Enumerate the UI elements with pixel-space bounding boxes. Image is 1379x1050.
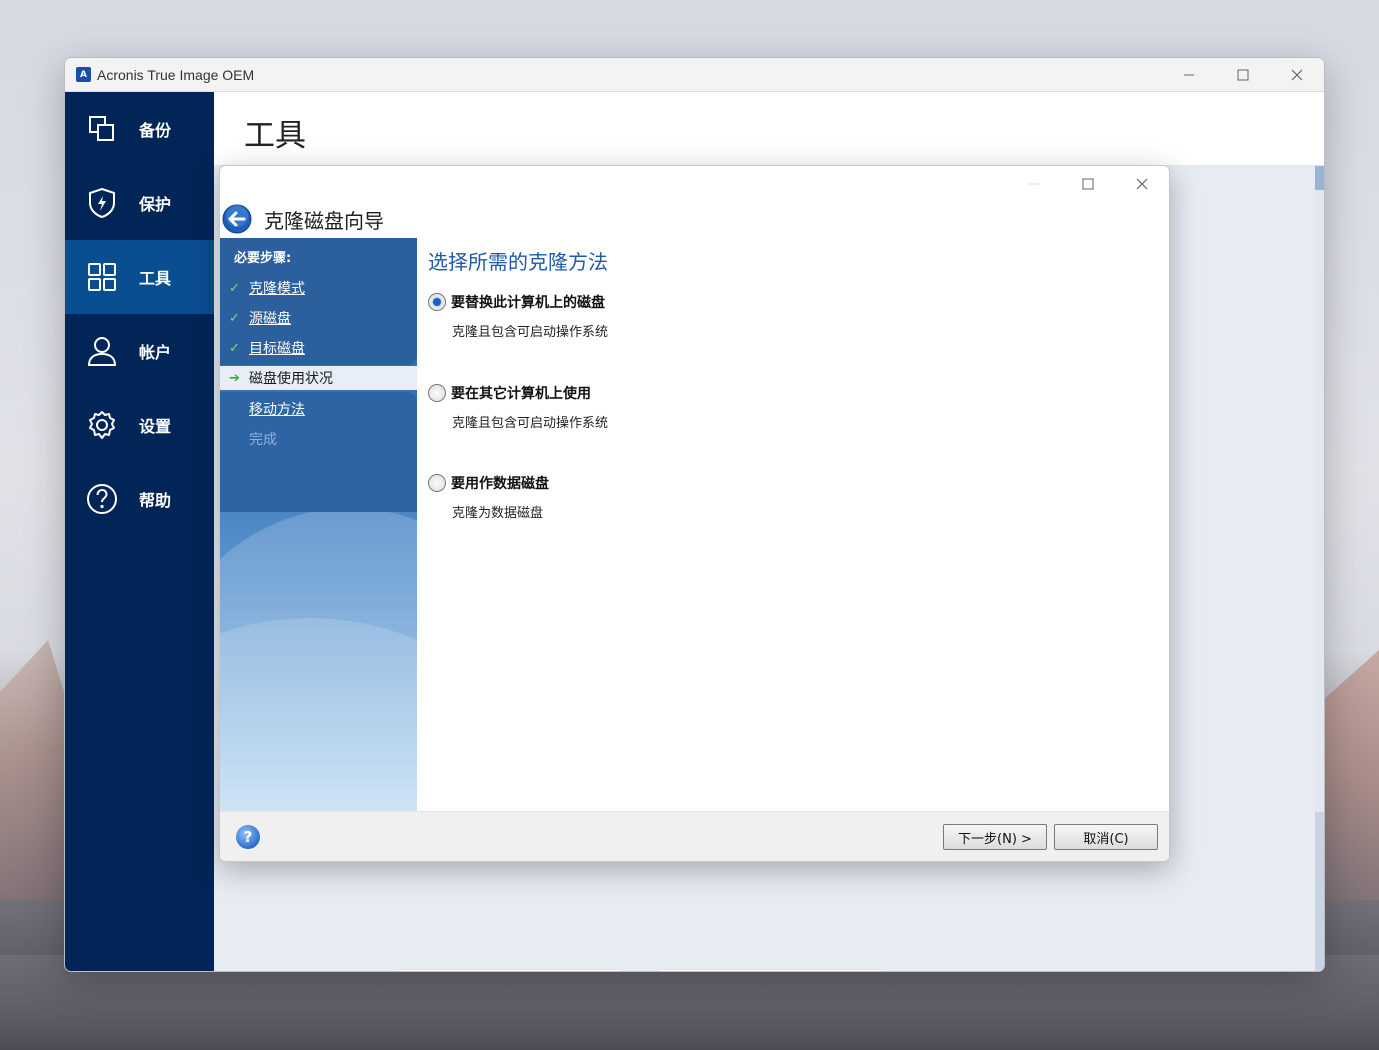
step-label: 磁盘使用状况 bbox=[249, 371, 333, 387]
scrollbar-thumb[interactable] bbox=[1315, 166, 1324, 190]
close-button[interactable] bbox=[1270, 58, 1324, 92]
wizard-minimize-button[interactable] bbox=[1007, 166, 1061, 202]
step-link[interactable]: 目标磁盘 bbox=[249, 338, 305, 358]
minimize-icon bbox=[1029, 183, 1039, 185]
window-title: Acronis True Image OEM bbox=[97, 66, 255, 83]
maximize-button[interactable] bbox=[1216, 58, 1270, 92]
step-clone-mode[interactable]: ✓ 克隆模式 bbox=[220, 276, 417, 300]
wizard-main-pane: 选择所需的克隆方法 要替换此计算机上的磁盘 克隆且包含可启动操作系统 要在其它计… bbox=[417, 238, 1169, 813]
maximize-icon bbox=[1237, 69, 1249, 81]
sidebar-item-backup[interactable]: 备份 bbox=[65, 92, 214, 166]
wizard-maximize-button[interactable] bbox=[1061, 166, 1115, 202]
wizard-steps-panel: 必要步骤: ✓ 克隆模式 ✓ 源磁盘 ✓ 目标磁盘 ➔ 磁盘使用状况 移动方法 … bbox=[220, 238, 417, 813]
tools-grid-icon bbox=[65, 240, 139, 314]
sidebar-item-account[interactable]: 帐户 bbox=[65, 314, 214, 388]
sidebar-item-label: 帮助 bbox=[139, 491, 172, 510]
help-circle-icon bbox=[65, 462, 139, 536]
cancel-button[interactable]: 取消(C) bbox=[1054, 824, 1158, 850]
radio-button[interactable] bbox=[428, 293, 446, 311]
option-description: 克隆且包含可启动操作系统 bbox=[452, 416, 609, 431]
radio-selected-dot bbox=[433, 298, 441, 306]
step-source-disk[interactable]: ✓ 源磁盘 bbox=[220, 306, 417, 330]
help-icon[interactable]: ? bbox=[236, 825, 260, 849]
minimize-button[interactable] bbox=[1162, 58, 1216, 92]
panel-decoration bbox=[220, 618, 417, 813]
wizard-footer: ? 下一步(N) > 取消(C) bbox=[220, 811, 1169, 861]
wizard-header: 克隆磁盘向导 bbox=[220, 200, 384, 238]
step-link[interactable]: 移动方法 bbox=[249, 399, 305, 419]
checkmark-icon: ✓ bbox=[229, 340, 240, 356]
sidebar-item-label: 设置 bbox=[139, 417, 172, 436]
minimize-icon bbox=[1184, 74, 1194, 76]
page-title: 工具 bbox=[244, 118, 306, 154]
sidebar-item-label: 备份 bbox=[139, 121, 172, 140]
radio-button[interactable] bbox=[428, 474, 446, 492]
wizard-close-button[interactable] bbox=[1115, 166, 1169, 202]
option-description: 克隆且包含可启动操作系统 bbox=[452, 325, 609, 340]
checkmark-icon: ✓ bbox=[229, 310, 240, 326]
wizard-title: 克隆磁盘向导 bbox=[264, 208, 384, 233]
option-replace-disk[interactable]: 要替换此计算机上的磁盘 bbox=[428, 292, 605, 312]
option-use-on-other-computer[interactable]: 要在其它计算机上使用 bbox=[428, 383, 591, 403]
window-controls bbox=[1162, 58, 1324, 92]
option-label[interactable]: 要替换此计算机上的磁盘 bbox=[451, 292, 605, 312]
sidebar-item-settings[interactable]: 设置 bbox=[65, 388, 214, 462]
vertical-scrollbar[interactable] bbox=[1315, 166, 1324, 971]
app-logo-icon: A bbox=[76, 67, 91, 82]
step-label: 完成 bbox=[249, 432, 277, 448]
sidebar-item-tools[interactable]: 工具 bbox=[65, 240, 214, 314]
title-bar: A Acronis True Image OEM bbox=[65, 58, 1324, 92]
step-disk-usage[interactable]: ➔ 磁盘使用状况 bbox=[220, 366, 417, 390]
step-target-disk[interactable]: ✓ 目标磁盘 bbox=[220, 336, 417, 360]
option-label[interactable]: 要用作数据磁盘 bbox=[451, 473, 549, 493]
step-move-method[interactable]: 移动方法 bbox=[220, 397, 417, 421]
steps-heading: 必要步骤: bbox=[234, 251, 292, 266]
maximize-icon bbox=[1082, 178, 1094, 190]
content-header: 工具 bbox=[214, 92, 1324, 166]
scrollbar-track bbox=[1315, 812, 1324, 971]
checkmark-icon: ✓ bbox=[229, 280, 240, 296]
sidebar-item-protection[interactable]: 保护 bbox=[65, 166, 214, 240]
option-label[interactable]: 要在其它计算机上使用 bbox=[451, 383, 591, 403]
shield-icon bbox=[65, 166, 139, 240]
current-step-arrow-icon: ➔ bbox=[229, 370, 240, 386]
option-description: 克隆为数据磁盘 bbox=[452, 506, 544, 521]
wizard-window-controls bbox=[1007, 166, 1169, 202]
sidebar: 备份 保护 工具 帐户 设置 帮助 bbox=[65, 92, 214, 971]
sidebar-item-label: 帐户 bbox=[139, 343, 172, 362]
tool-card-toolbox[interactable] bbox=[659, 969, 883, 971]
clone-disk-wizard-dialog: 克隆磁盘向导 必要步骤: ✓ 克隆模式 ✓ 源磁盘 ✓ 目标磁盘 ➔ 磁盘使用状… bbox=[219, 165, 1170, 862]
step-finish: 完成 bbox=[220, 427, 417, 451]
step-link[interactable]: 源磁盘 bbox=[249, 308, 291, 328]
close-icon bbox=[1136, 178, 1148, 190]
backup-icon bbox=[65, 92, 139, 166]
next-button[interactable]: 下一步(N) > bbox=[943, 824, 1047, 850]
back-arrow-icon[interactable] bbox=[222, 204, 252, 234]
user-icon bbox=[65, 314, 139, 388]
sidebar-item-label: 保护 bbox=[139, 195, 172, 214]
option-data-disk[interactable]: 要用作数据磁盘 bbox=[428, 473, 549, 493]
pane-title: 选择所需的克隆方法 bbox=[428, 250, 608, 274]
radio-button[interactable] bbox=[428, 384, 446, 402]
gear-icon bbox=[65, 388, 139, 462]
close-icon bbox=[1291, 69, 1303, 81]
step-link[interactable]: 克隆模式 bbox=[249, 278, 305, 298]
sidebar-item-help[interactable]: 帮助 bbox=[65, 462, 214, 536]
tool-card-disk[interactable] bbox=[397, 969, 621, 971]
sidebar-item-label: 工具 bbox=[139, 269, 172, 288]
